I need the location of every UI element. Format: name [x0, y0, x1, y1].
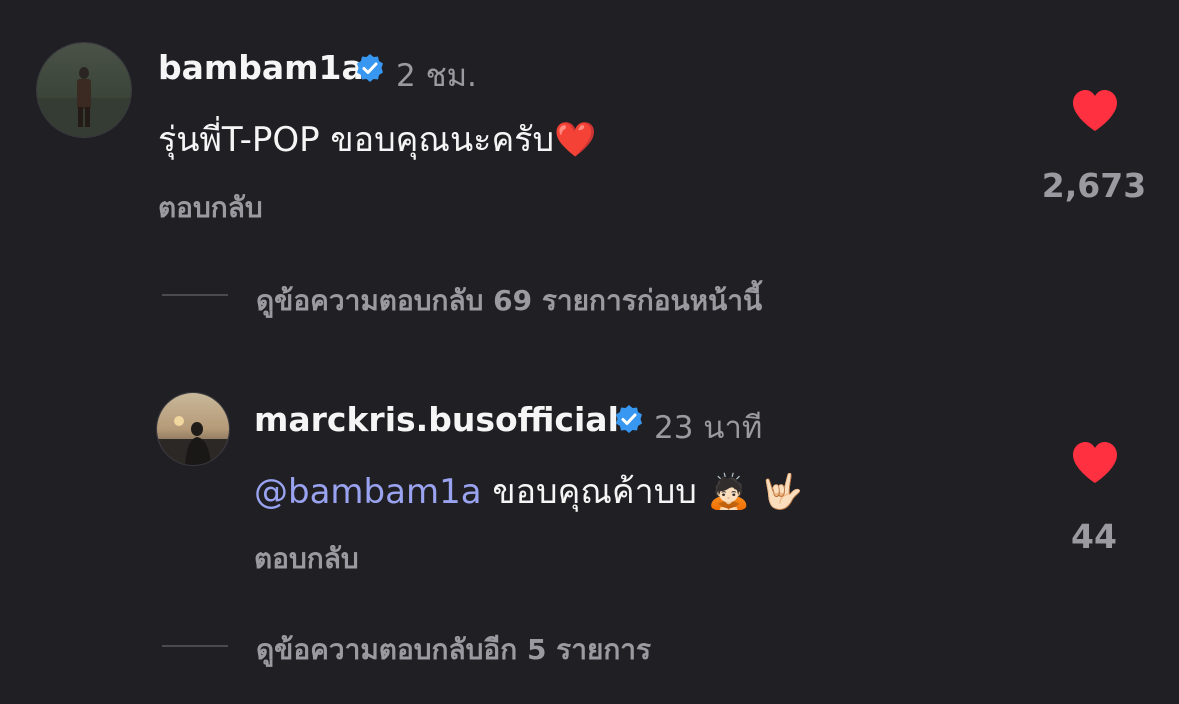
comment-text: รุ่นพี่T-POP ขอบคุณนะครับ❤️ [158, 112, 596, 166]
heart-icon[interactable] [1071, 89, 1119, 133]
avatar-image [37, 43, 131, 137]
bow-and-love-you-emoji: 🙇🏻 🤟🏻 [707, 472, 804, 512]
comment-timestamp: 23 นาที [654, 410, 763, 446]
comment-username[interactable]: bambam1a [158, 48, 364, 87]
comment-body: รุ่นพี่T-POP ขอบคุณนะครับ [158, 120, 555, 160]
like-count: 44 [1071, 517, 1117, 556]
reply-button[interactable]: ตอบกลับ [158, 186, 263, 230]
comment-text: @bambam1a ขอบคุณค้าบบ 🙇🏻 🤟🏻 [254, 464, 803, 518]
red-heart-emoji: ❤️ [554, 120, 597, 160]
avatar-bambam1a[interactable] [36, 42, 132, 138]
heart-icon[interactable] [1071, 441, 1119, 485]
replies-divider [162, 645, 228, 647]
comments-panel: bambam1a 2 ชม. รุ่นพี่T-POP ขอบคุณนะครับ… [0, 0, 1179, 704]
avatar-image [157, 393, 229, 465]
view-previous-replies-button[interactable]: ดูข้อความตอบกลับ 69 รายการก่อนหน้านี้ [256, 279, 762, 323]
reply-button[interactable]: ตอบกลับ [254, 537, 359, 581]
verified-badge-icon [616, 405, 642, 433]
view-more-replies-button[interactable]: ดูข้อความตอบกลับอีก 5 รายการ [256, 628, 651, 672]
comment-username[interactable]: marckris.busofficial [254, 400, 619, 439]
comment-body: ขอบคุณค้าบบ [492, 472, 697, 512]
avatar-marckris[interactable] [156, 392, 230, 466]
verified-badge-icon [357, 54, 383, 82]
mention-link[interactable]: @bambam1a [254, 472, 482, 512]
comment-timestamp: 2 ชม. [396, 58, 477, 94]
replies-divider [162, 294, 228, 296]
like-count: 2,673 [1041, 166, 1147, 205]
